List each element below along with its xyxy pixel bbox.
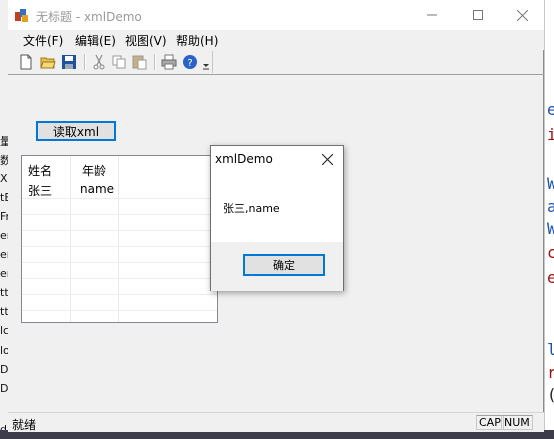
toolbar: ? xyxy=(8,51,213,73)
bg-fragment: c xyxy=(547,243,554,262)
status-bar: 就绪 CAP NUM xyxy=(8,412,544,432)
grid-line xyxy=(118,156,119,322)
grid-line xyxy=(22,262,217,263)
maximize-icon xyxy=(473,10,483,20)
grid-line xyxy=(22,278,217,279)
help-icon[interactable]: ? xyxy=(182,54,198,70)
save-icon[interactable] xyxy=(61,54,77,70)
bg-fragment: i xyxy=(547,125,554,144)
status-text: 就绪 xyxy=(12,418,37,432)
bg-fragment: l xyxy=(547,340,554,359)
toolbar-separator xyxy=(84,54,86,70)
grid-line xyxy=(22,214,217,215)
background-editor-right: e i W a W c e l r ( xyxy=(544,0,554,439)
bg-fragment: a xyxy=(547,197,554,216)
window-title: 无标题 - xmlDemo xyxy=(36,10,142,24)
dialog-footer: 确定 xyxy=(211,242,343,291)
menu-bar: 文件(F) 编辑(E) 视图(V) 帮助(H) xyxy=(8,30,544,50)
menu-help[interactable]: 帮助(H) xyxy=(176,32,218,49)
menu-edit[interactable]: 编辑(E) xyxy=(75,32,116,49)
svg-text:?: ? xyxy=(187,58,192,69)
ok-button[interactable]: 确定 xyxy=(243,254,325,276)
open-folder-icon[interactable] xyxy=(40,54,56,70)
grid-line xyxy=(22,310,217,311)
client-edge xyxy=(8,74,544,75)
app-icon xyxy=(15,9,28,22)
grid-header-name[interactable]: 姓名 xyxy=(28,162,52,179)
cap-indicator: CAP xyxy=(476,415,504,430)
new-file-icon[interactable] xyxy=(18,54,34,70)
copy-icon[interactable] xyxy=(111,54,127,70)
message-dialog: xmlDemo 张三,name 确定 xyxy=(210,145,344,291)
bg-fragment: ( xyxy=(547,385,554,404)
minimize-icon xyxy=(427,14,437,16)
dialog-message: 张三,name xyxy=(223,202,280,215)
close-icon xyxy=(321,153,333,165)
close-button[interactable] xyxy=(500,0,544,30)
minimize-button[interactable] xyxy=(410,0,454,30)
toolbar-overflow-icon[interactable] xyxy=(202,58,210,70)
grid-header-age[interactable]: 年龄 xyxy=(82,162,106,179)
grid-line xyxy=(22,294,217,295)
bg-fragment: W xyxy=(547,174,554,193)
bg-fragment: r xyxy=(547,363,554,382)
grid-line xyxy=(70,156,71,322)
grid-line xyxy=(22,230,217,231)
maximize-button[interactable] xyxy=(456,0,500,30)
bg-fragment: e xyxy=(547,268,554,287)
bg-fragment: W xyxy=(547,219,554,238)
bg-fragment: e xyxy=(547,100,554,119)
toolbar-separator xyxy=(154,54,156,70)
grid-line xyxy=(22,246,217,247)
grid-cell[interactable]: name xyxy=(80,182,114,196)
cut-icon[interactable] xyxy=(91,54,107,70)
read-xml-button[interactable]: 读取xml xyxy=(36,121,116,141)
num-indicator: NUM xyxy=(501,415,533,430)
dialog-close-button[interactable] xyxy=(315,148,339,170)
grid-cell[interactable]: 张三 xyxy=(28,182,52,199)
menu-view[interactable]: 视图(V) xyxy=(125,32,167,49)
data-grid[interactable]: 姓名 年龄 张三 name xyxy=(21,155,218,323)
dialog-title: xmlDemo xyxy=(215,152,273,166)
paste-icon[interactable] xyxy=(131,54,147,70)
title-bar[interactable]: 无标题 - xmlDemo xyxy=(8,0,544,30)
print-icon[interactable] xyxy=(161,54,177,70)
menu-file[interactable]: 文件(F) xyxy=(23,32,63,49)
close-icon xyxy=(516,9,528,21)
